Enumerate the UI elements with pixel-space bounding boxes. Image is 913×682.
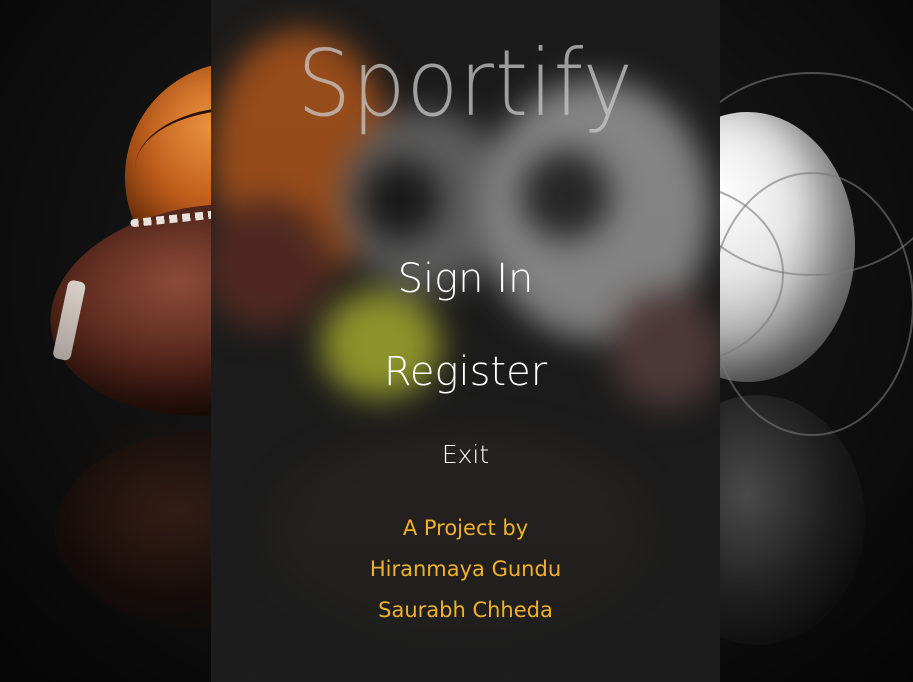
sign-in-button[interactable]: Sign In [211,256,720,302]
register-button[interactable]: Register [211,349,720,395]
app-title: Sportify [297,30,634,137]
credits-author: Saurabh Chheda [378,598,553,622]
menu-panel: Sportify Sign In Register Exit A Project… [211,0,720,682]
credits-heading: A Project by [402,516,529,540]
credits-author: Hiranmaya Gundu [369,557,562,581]
football-stripe [52,279,87,362]
app-window: Sportify Sign In Register Exit A Project… [0,0,913,682]
exit-button[interactable]: Exit [211,440,720,469]
